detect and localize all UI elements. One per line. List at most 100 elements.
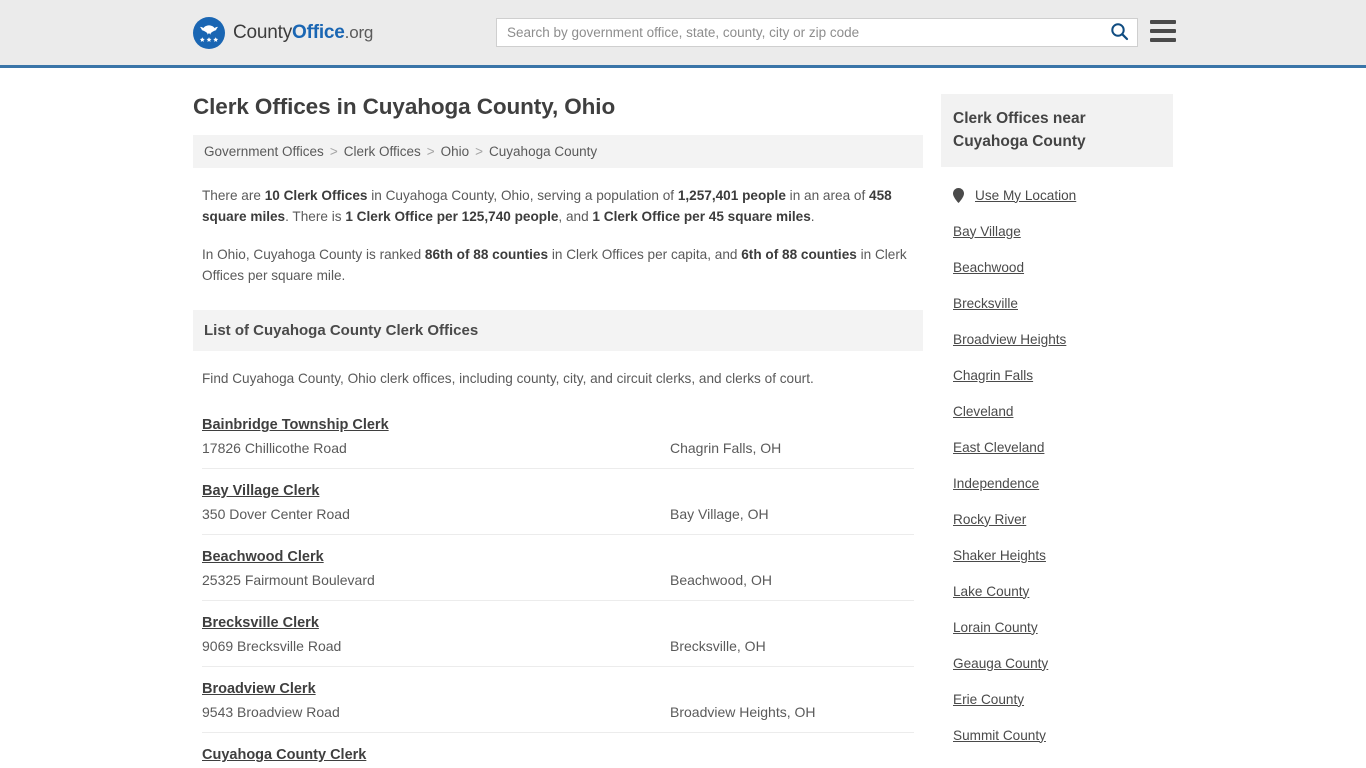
sidebar-item-label[interactable]: Use My Location bbox=[975, 188, 1076, 203]
sidebar-item-bay-village[interactable]: Bay Village bbox=[953, 213, 1173, 249]
hamburger-menu-icon-bar bbox=[1150, 38, 1176, 42]
intro-text: in Clerk Offices per capita, and bbox=[548, 247, 742, 262]
office-city: Chagrin Falls, OH bbox=[670, 440, 782, 456]
page-body: Clerk Offices in Cuyahoga County, Ohio G… bbox=[0, 68, 1366, 768]
stat-office-count: 10 Clerk Offices bbox=[264, 188, 368, 203]
search-bar bbox=[496, 18, 1138, 47]
site-logo-link[interactable]: CountyOffice.org bbox=[193, 16, 373, 49]
clerk-office-list: Bainbridge Township Clerk 17826 Chillico… bbox=[193, 403, 923, 768]
office-address: 350 Dover Center Road bbox=[202, 506, 350, 522]
sidebar-item-summit-county[interactable]: Summit County bbox=[953, 717, 1173, 753]
intro-text: in an area of bbox=[785, 188, 870, 203]
sidebar-item-label[interactable]: Cleveland bbox=[953, 404, 1013, 419]
intro-text: There are bbox=[202, 188, 265, 203]
office-city: Bay Village, OH bbox=[670, 506, 769, 522]
sidebar-item-chagrin-falls[interactable]: Chagrin Falls bbox=[953, 357, 1173, 393]
stat-rank-per-capita: 86th of 88 counties bbox=[424, 247, 549, 262]
office-name-link[interactable]: Bainbridge Township Clerk bbox=[202, 417, 389, 433]
sidebar-item-lorain-county[interactable]: Lorain County bbox=[953, 609, 1173, 645]
brand-text-county: County bbox=[233, 21, 293, 43]
breadcrumb-item-cuyahoga-county: Cuyahoga County bbox=[489, 144, 598, 159]
sidebar-item-label[interactable]: Broadview Heights bbox=[953, 332, 1066, 347]
office-city: Beachwood, OH bbox=[670, 572, 772, 588]
sidebar-item-rocky-river[interactable]: Rocky River bbox=[953, 501, 1173, 537]
sidebar-item-use-my-location[interactable]: Use My Location bbox=[953, 177, 1173, 213]
sidebar-heading: Clerk Offices near Cuyahoga County bbox=[941, 94, 1173, 167]
sidebar-item-label[interactable]: Bay Village bbox=[953, 224, 1021, 239]
breadcrumb-item-clerk-offices[interactable]: Clerk Offices bbox=[344, 144, 421, 159]
breadcrumb: Government Offices > Clerk Offices > Ohi… bbox=[193, 135, 923, 168]
stat-rank-per-area: 6th of 88 counties bbox=[741, 247, 857, 262]
sidebar-item-cleveland[interactable]: Cleveland bbox=[953, 393, 1173, 429]
sidebar-item-brecksville[interactable]: Brecksville bbox=[953, 285, 1173, 321]
sidebar-item-label[interactable]: Chagrin Falls bbox=[953, 368, 1033, 383]
sidebar-item-independence[interactable]: Independence bbox=[953, 465, 1173, 501]
breadcrumb-item-ohio[interactable]: Ohio bbox=[441, 144, 470, 159]
sidebar-item-shaker-heights[interactable]: Shaker Heights bbox=[953, 537, 1173, 573]
sidebar-item-label[interactable]: Brecksville bbox=[953, 296, 1018, 311]
sidebar-item-beachwood[interactable]: Beachwood bbox=[953, 249, 1173, 285]
office-name-link[interactable]: Bay Village Clerk bbox=[202, 483, 319, 499]
office-name-link[interactable]: Cuyahoga County Clerk bbox=[202, 747, 366, 763]
intro-text: . bbox=[810, 209, 815, 224]
stat-population: 1,257,401 people bbox=[677, 188, 786, 203]
breadcrumb-item-government-offices[interactable]: Government Offices bbox=[204, 144, 324, 159]
intro-statistics: There are 10 Clerk Offices in Cuyahoga C… bbox=[193, 185, 923, 286]
intro-text: In Ohio, Cuyahoga County is ranked bbox=[202, 247, 425, 262]
breadcrumb-separator-icon: > bbox=[426, 144, 435, 159]
office-city: Broadview Heights, OH bbox=[670, 704, 816, 720]
sidebar-item-lake-county[interactable]: Lake County bbox=[953, 573, 1173, 609]
brand-text-org: .org bbox=[344, 22, 374, 42]
table-row: Bainbridge Township Clerk 17826 Chillico… bbox=[202, 403, 914, 468]
sidebar-item-label[interactable]: Summit County bbox=[953, 728, 1046, 743]
sidebar-item-label[interactable]: Shaker Heights bbox=[953, 548, 1046, 563]
intro-text: . There is bbox=[285, 209, 346, 224]
search-icon bbox=[1110, 22, 1129, 44]
sidebar-item-label[interactable]: Beachwood bbox=[953, 260, 1024, 275]
sidebar-item-label[interactable]: Geauga County bbox=[953, 656, 1048, 671]
intro-paragraph-rankings: In Ohio, Cuyahoga County is ranked 86th … bbox=[202, 244, 914, 286]
office-name-link[interactable]: Broadview Clerk bbox=[202, 681, 316, 697]
sidebar-item-erie-county[interactable]: Erie County bbox=[953, 681, 1173, 717]
table-row: Brecksville Clerk 9069 Brecksville Road … bbox=[202, 600, 914, 666]
hamburger-menu-button[interactable] bbox=[1150, 17, 1176, 45]
stat-office-per-people: 1 Clerk Office per 125,740 people bbox=[345, 209, 559, 224]
intro-text: , and bbox=[558, 209, 593, 224]
table-row: Broadview Clerk 9543 Broadview Road Broa… bbox=[202, 666, 914, 732]
sidebar: Clerk Offices near Cuyahoga County Use M… bbox=[941, 68, 1173, 753]
main-content: Clerk Offices in Cuyahoga County, Ohio G… bbox=[193, 68, 923, 768]
intro-text: in Cuyahoga County, Ohio, serving a popu… bbox=[367, 188, 678, 203]
sidebar-item-label[interactable]: East Cleveland bbox=[953, 440, 1044, 455]
table-row: Bay Village Clerk 350 Dover Center Road … bbox=[202, 468, 914, 534]
sidebar-item-broadview-heights[interactable]: Broadview Heights bbox=[953, 321, 1173, 357]
site-header: CountyOffice.org bbox=[0, 0, 1366, 68]
office-name-link[interactable]: Brecksville Clerk bbox=[202, 615, 319, 631]
brand-text-office: Office bbox=[292, 21, 345, 43]
sidebar-item-geauga-county[interactable]: Geauga County bbox=[953, 645, 1173, 681]
hamburger-menu-icon-bar bbox=[1150, 20, 1176, 24]
sidebar-links: Use My Location Bay Village Beachwood Br… bbox=[941, 177, 1173, 753]
office-address: 17826 Chillicothe Road bbox=[202, 440, 347, 456]
office-address: 9069 Brecksville Road bbox=[202, 638, 342, 654]
page-title: Clerk Offices in Cuyahoga County, Ohio bbox=[193, 94, 616, 119]
sidebar-item-label[interactable]: Independence bbox=[953, 476, 1039, 491]
office-name-link[interactable]: Beachwood Clerk bbox=[202, 549, 324, 565]
list-section-note: Find Cuyahoga County, Ohio clerk offices… bbox=[202, 371, 814, 386]
map-pin-icon bbox=[953, 187, 966, 203]
sidebar-item-label[interactable]: Lake County bbox=[953, 584, 1029, 599]
list-section-heading: List of Cuyahoga County Clerk Offices bbox=[193, 310, 923, 351]
sidebar-item-label[interactable]: Erie County bbox=[953, 692, 1024, 707]
breadcrumb-separator-icon: > bbox=[475, 144, 484, 159]
breadcrumb-separator-icon: > bbox=[329, 144, 338, 159]
table-row: Beachwood Clerk 25325 Fairmount Boulevar… bbox=[202, 534, 914, 600]
hamburger-menu-icon-bar bbox=[1150, 29, 1176, 33]
stat-office-per-area: 1 Clerk Office per 45 square miles bbox=[592, 209, 811, 224]
site-brand-text: CountyOffice.org bbox=[233, 22, 373, 44]
search-button[interactable] bbox=[1101, 19, 1137, 46]
search-input[interactable] bbox=[497, 19, 1101, 46]
sidebar-item-label[interactable]: Lorain County bbox=[953, 620, 1038, 635]
eagle-stars-logo-icon bbox=[193, 16, 225, 49]
table-row: Cuyahoga County Clerk 1200 Ontario Stree… bbox=[202, 732, 914, 768]
sidebar-item-label[interactable]: Rocky River bbox=[953, 512, 1026, 527]
sidebar-item-east-cleveland[interactable]: East Cleveland bbox=[953, 429, 1173, 465]
